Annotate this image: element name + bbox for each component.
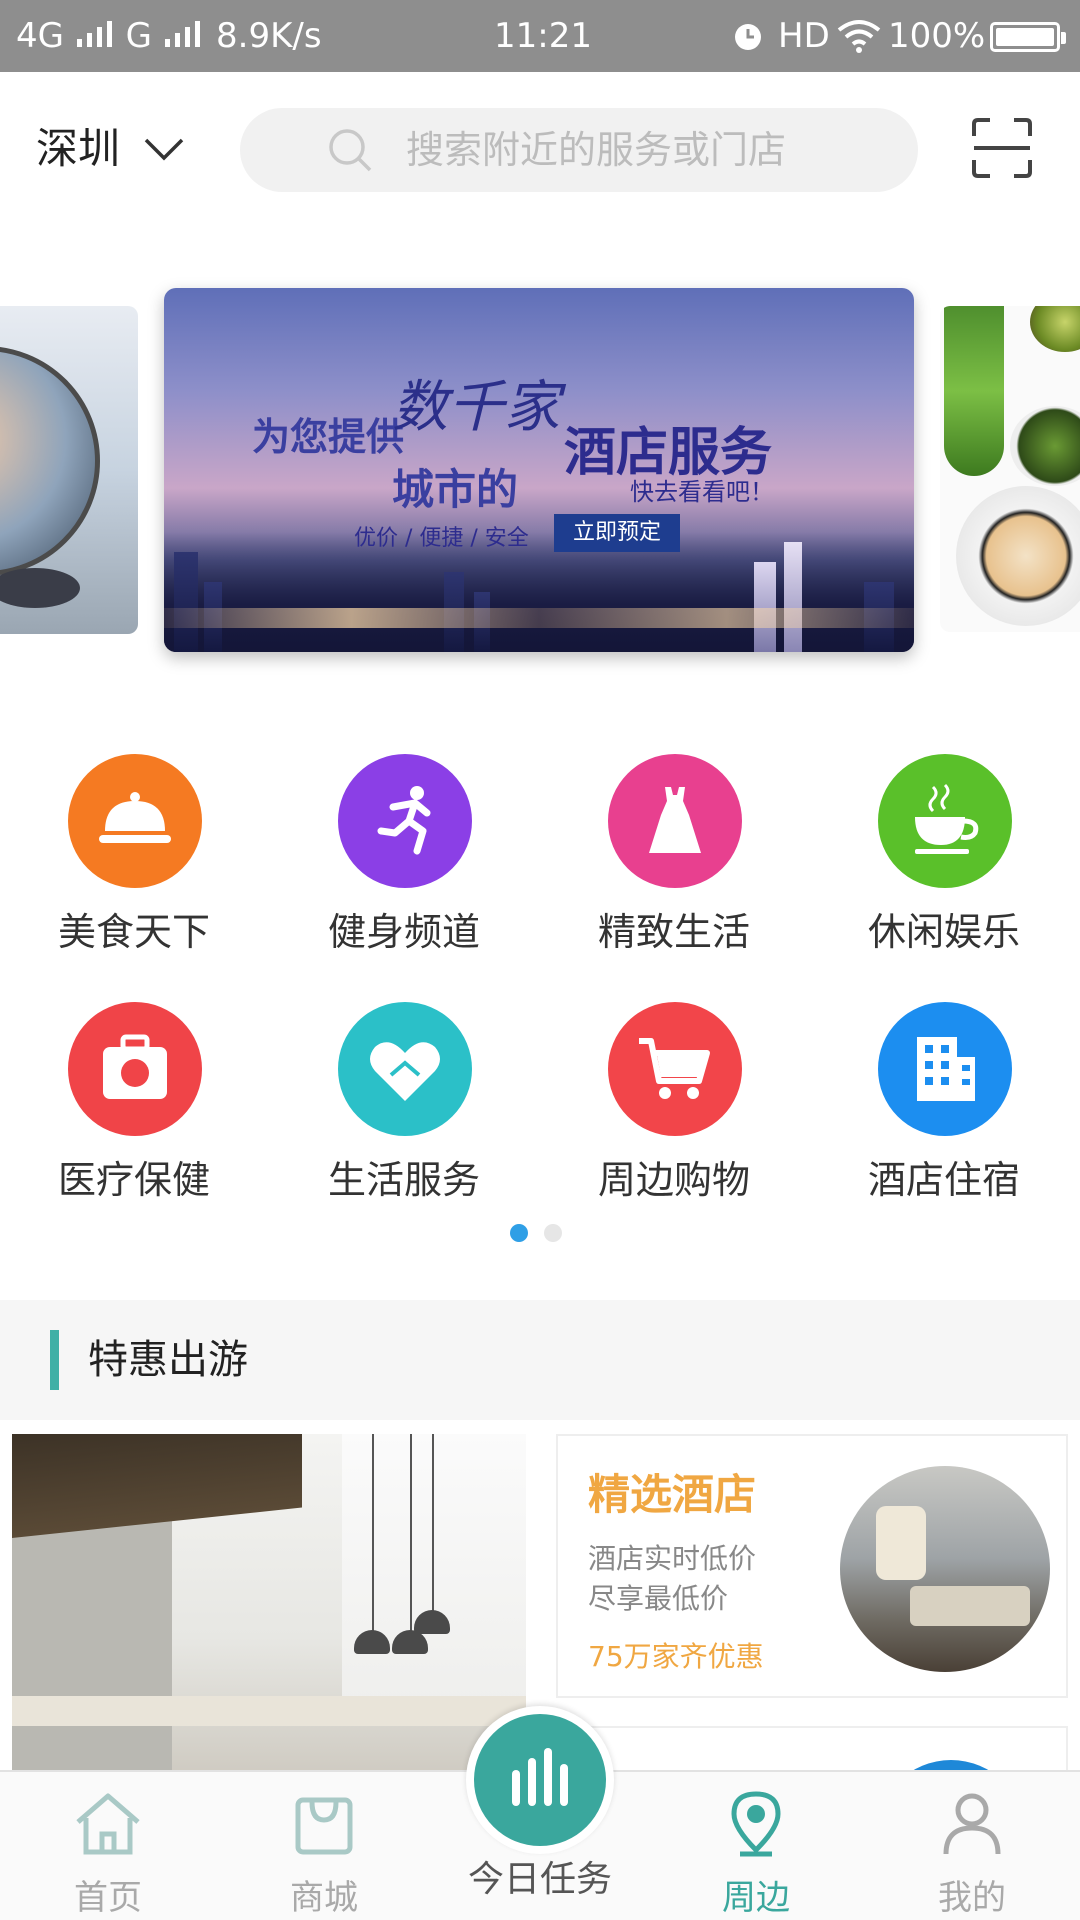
category-shopping-circle xyxy=(608,1002,742,1136)
banner-slide-next[interactable] xyxy=(940,306,1080,632)
clock: 11:21 xyxy=(494,16,592,56)
promo-card-hotel[interactable]: 精选酒店 酒店实时低价 尽享最低价 75万家齐优惠 xyxy=(556,1434,1068,1698)
nav-label: 我的 xyxy=(938,1878,1006,1918)
category-pager xyxy=(510,1224,578,1246)
handshake-heart-icon xyxy=(370,1042,440,1101)
category-leisure[interactable]: 休闲娱乐 xyxy=(834,748,1054,968)
battery-percent: 100% xyxy=(888,16,986,56)
nav-daily-task-button[interactable] xyxy=(466,1706,614,1854)
nav-home[interactable]: 首页 xyxy=(0,1772,216,1920)
category-label: 酒店住宿 xyxy=(867,1158,1020,1202)
user-icon xyxy=(943,1793,1001,1855)
hotel-building-icon xyxy=(917,1037,975,1101)
nav-mine[interactable]: 我的 xyxy=(864,1772,1080,1920)
battery-icon xyxy=(990,22,1066,52)
category-food-circle xyxy=(68,754,202,888)
hd-indicator: HD xyxy=(778,16,830,56)
category-fitness[interactable]: 健身频道 xyxy=(294,748,514,968)
shopping-bag-icon xyxy=(295,1797,353,1855)
runner-icon xyxy=(377,786,431,855)
network-label: 4G xyxy=(16,16,64,56)
category-life-service[interactable]: 生活服务 xyxy=(294,996,514,1216)
medical-kit-icon xyxy=(103,1034,167,1099)
category-hotel-circle xyxy=(878,1002,1012,1136)
category-label: 生活服务 xyxy=(327,1158,480,1202)
banner-text-2: 数千家 xyxy=(392,375,560,440)
promo-image-restaurant[interactable] xyxy=(12,1434,526,1774)
promo-desc-line2: 尽享最低价 xyxy=(588,1582,729,1615)
status-bar: 4G G 8.9K/s 11:21 HD 100% xyxy=(0,0,1080,72)
nav-label: 首页 xyxy=(74,1878,142,1918)
city-label: 深圳 xyxy=(36,124,121,173)
category-label: 精致生活 xyxy=(597,910,750,954)
coffee-cup-icon xyxy=(915,783,979,854)
banner-carousel[interactable]: 为您提供 数千家 城市的 酒店服务 快去看看吧！ 优价 / 便捷 / 安全 立即… xyxy=(0,232,1080,702)
banner-text-3: 城市的 xyxy=(392,465,519,514)
pager-dot-active xyxy=(510,1224,528,1242)
network-speed: 8.9K/s xyxy=(216,16,322,56)
banner-text-5: 快去看看吧！ xyxy=(630,478,774,506)
category-medical[interactable]: 医疗保健 xyxy=(24,996,244,1216)
category-life-service-circle xyxy=(338,1002,472,1136)
category-food[interactable]: 美食天下 xyxy=(24,748,244,968)
dress-icon xyxy=(649,787,701,853)
category-grid: 美食天下 健身频道 精致生活 休闲娱乐 医疗保健 生活服务 周边购物 酒店住宿 xyxy=(0,748,1080,1248)
pager-dot xyxy=(544,1224,562,1242)
category-label: 健身频道 xyxy=(327,910,480,954)
banner-slide-hotel[interactable]: 为您提供 数千家 城市的 酒店服务 快去看看吧！ 优价 / 便捷 / 安全 立即… xyxy=(164,288,914,652)
category-shopping[interactable]: 周边购物 xyxy=(564,996,784,1216)
signal-icon xyxy=(76,21,112,47)
promo-desc-line1: 酒店实时低价 xyxy=(588,1542,757,1575)
bar-chart-icon xyxy=(512,1748,568,1806)
location-pin-icon xyxy=(731,1791,781,1857)
nav-label: 周边 xyxy=(722,1878,790,1918)
nav-daily-task-label: 今日任务 xyxy=(467,1859,612,1900)
category-hotel[interactable]: 酒店住宿 xyxy=(834,996,1054,1216)
category-fitness-circle xyxy=(338,754,472,888)
category-label: 美食天下 xyxy=(57,910,210,954)
category-lifestyle[interactable]: 精致生活 xyxy=(564,748,784,968)
nav-mall[interactable]: 商城 xyxy=(216,1772,432,1920)
shopping-cart-icon xyxy=(639,1038,710,1099)
banner-book-button[interactable]: 立即预定 xyxy=(554,514,680,552)
category-leisure-circle xyxy=(878,754,1012,888)
promo-offer: 75万家齐优惠 xyxy=(588,1640,764,1673)
section-accent-bar xyxy=(50,1330,59,1390)
banner-tagline: 优价 / 便捷 / 安全 xyxy=(354,526,529,551)
network-indicator: 4G G xyxy=(16,14,203,58)
top-header: 深圳 搜索附近的服务或门店 xyxy=(0,72,1080,232)
home-icon xyxy=(76,1793,140,1855)
category-label: 医疗保健 xyxy=(57,1158,210,1202)
network2-label: G xyxy=(125,16,152,56)
section-title: 特惠出游 xyxy=(88,1337,248,1383)
category-lifestyle-circle xyxy=(608,754,742,888)
alarm-icon xyxy=(735,24,761,50)
scan-icon[interactable] xyxy=(970,116,1034,180)
dish-cover-icon xyxy=(99,792,171,843)
banner-text-1: 为您提供 xyxy=(252,415,405,459)
search-icon xyxy=(329,129,372,172)
nav-label: 商城 xyxy=(290,1878,358,1918)
search-placeholder: 搜索附近的服务或门店 xyxy=(406,128,787,172)
category-medical-circle xyxy=(68,1002,202,1136)
category-label: 周边购物 xyxy=(597,1158,750,1202)
chevron-down-icon xyxy=(144,138,184,161)
category-label: 休闲娱乐 xyxy=(867,910,1020,954)
nav-nearby[interactable]: 周边 xyxy=(648,1772,864,1920)
promo-hotel-photo xyxy=(840,1466,1050,1672)
wifi-icon xyxy=(837,20,881,53)
promo-title: 精选酒店 xyxy=(588,1470,757,1519)
search-input[interactable]: 搜索附近的服务或门店 xyxy=(240,108,918,192)
signal2-icon xyxy=(164,21,200,47)
banner-slide-prev[interactable] xyxy=(0,306,138,634)
